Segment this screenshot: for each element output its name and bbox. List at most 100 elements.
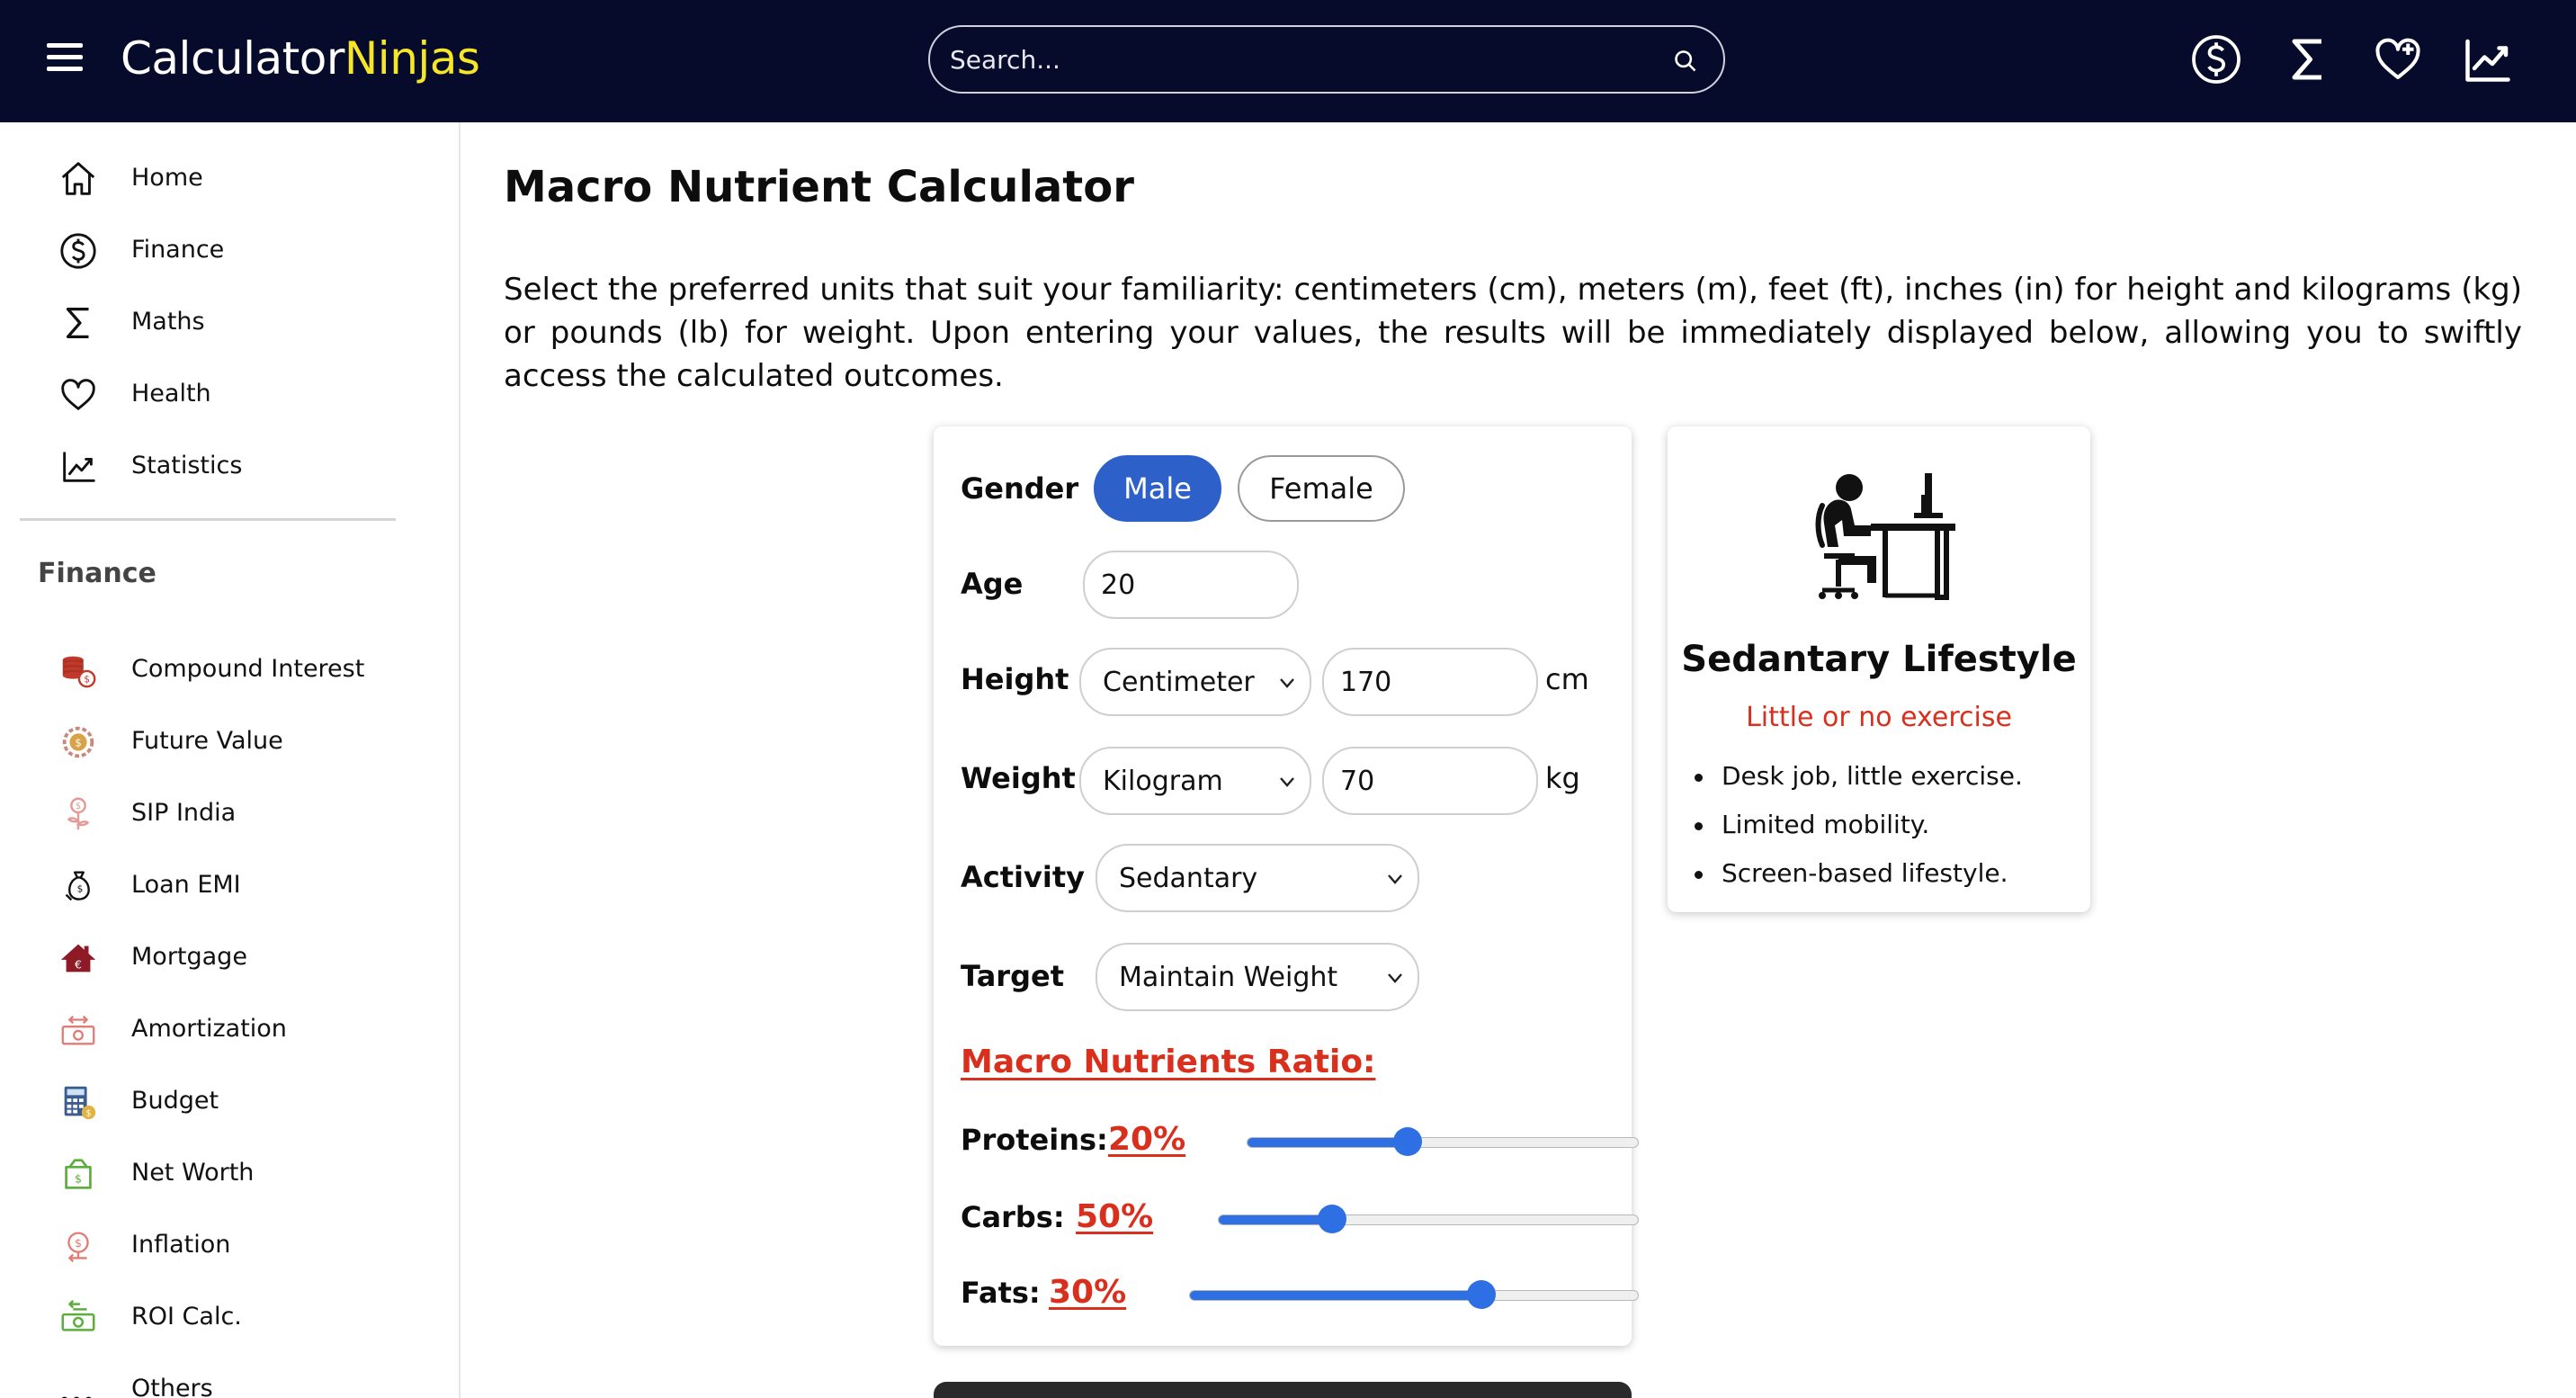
sidebar-item-inflation[interactable]: $ Inflation (0, 1216, 459, 1272)
sidebar-item-label: Others (131, 1375, 213, 1398)
sidebar-item-net-worth[interactable]: $ Net Worth (0, 1144, 459, 1200)
search-icon[interactable] (1673, 49, 1698, 74)
logo-primary-text: Calculator (121, 32, 344, 85)
menu-icon[interactable] (47, 43, 83, 76)
calculator-icon: $ (64, 1086, 96, 1120)
activity-select-value: Sedantary (1119, 863, 1258, 894)
sidebar-item-loan-emi[interactable]: $ Loan EMI (0, 856, 459, 912)
calculator-form-card: Gender Male Female Age Height Centimeter… (934, 426, 1639, 1346)
sidebar-item-budget[interactable]: $ Budget (0, 1072, 459, 1128)
sidebar-item-maths[interactable]: Maths (0, 293, 459, 349)
svg-text:$: $ (75, 736, 81, 748)
cash-return-icon (61, 1299, 95, 1331)
sidebar-item-roi-calc[interactable]: ROI Calc. (0, 1288, 459, 1344)
protein-slider[interactable] (1247, 1127, 1639, 1156)
sidebar-item-compound-interest[interactable]: $ Compound Interest (0, 641, 459, 696)
chevron-down-icon (1280, 678, 1294, 688)
protein-ratio-row: Proteins: 20% (961, 1119, 1639, 1164)
carbs-ratio-row: Carbs: 50% (961, 1196, 1639, 1241)
sidebar-item-sip-india[interactable]: $ SIP India (0, 784, 459, 840)
protein-slider-fill (1248, 1138, 1408, 1147)
coin-stack-icon: $ (62, 656, 96, 688)
sidebar-item-label: Compound Interest (131, 655, 365, 683)
height-input[interactable] (1322, 648, 1538, 716)
sidebar-item-label: SIP India (131, 799, 237, 827)
weight-label: Weight (961, 761, 1076, 795)
sidebar-item-mortgage[interactable]: € Mortgage (0, 928, 459, 984)
carbs-label: Carbs: (961, 1200, 1065, 1234)
heart-plus-icon[interactable] (2371, 32, 2425, 86)
more-dots-icon (61, 1396, 92, 1398)
carbs-percent: 50% (1076, 1198, 1154, 1235)
sidebar-divider (20, 518, 396, 521)
logo-accent-text: Ninjas (344, 32, 480, 85)
lifestyle-title: Sedantary Lifestyle (1681, 639, 2077, 680)
search-input[interactable] (950, 38, 1651, 81)
lifestyle-info-card: Sedantary Lifestyle Little or no exercis… (1668, 426, 2090, 912)
target-select[interactable]: Maintain Weight (1096, 943, 1419, 1011)
height-unit-select-value: Centimeter (1103, 667, 1255, 698)
sidebar-item-label: Maths (131, 308, 205, 336)
sidebar-item-label: Future Value (131, 727, 283, 755)
banknote-cycle-icon (61, 1015, 95, 1045)
weight-unit-label: kg (1545, 761, 1580, 795)
height-label: Height (961, 662, 1069, 696)
age-label: Age (961, 567, 1024, 601)
sidebar-item-label: Statistics (131, 452, 243, 479)
fats-ratio-row: Fats: 30% (961, 1272, 1639, 1317)
sidebar-item-future-value[interactable]: $ Future Value (0, 712, 459, 768)
weight-unit-select[interactable]: Kilogram (1079, 747, 1311, 815)
sidebar-item-label: Inflation (131, 1231, 231, 1259)
coin-gear-icon: $ (62, 726, 94, 758)
svg-text:$: $ (75, 1236, 82, 1250)
activity-select[interactable]: Sedantary (1096, 844, 1419, 912)
gender-male-button[interactable]: Male (1094, 455, 1221, 522)
svg-text:$: $ (75, 1172, 82, 1186)
chevron-down-icon (1388, 874, 1402, 884)
fats-slider-fill (1190, 1291, 1481, 1300)
weight-input[interactable] (1322, 747, 1538, 815)
gender-label: Gender (961, 471, 1079, 506)
sidebar-item-label: ROI Calc. (131, 1303, 242, 1331)
sidebar: Home Finance Maths Health Statistics Fin… (0, 122, 461, 1398)
intro-paragraph: Select the preferred units that suit you… (504, 272, 2522, 394)
fats-percent: 30% (1049, 1274, 1127, 1311)
gender-female-button[interactable]: Female (1238, 455, 1405, 522)
protein-percent: 20% (1108, 1121, 1186, 1158)
age-input[interactable] (1083, 551, 1299, 619)
trend-chart-icon[interactable] (2461, 32, 2515, 86)
target-select-value: Maintain Weight (1119, 962, 1338, 993)
height-unit-select[interactable]: Centimeter (1079, 648, 1311, 716)
house-euro-icon: € (60, 944, 96, 972)
sidebar-section-heading: Finance (38, 558, 157, 589)
wallet-dollar-icon: $ (65, 1159, 92, 1189)
sidebar-item-finance[interactable]: Finance (0, 221, 459, 277)
sidebar-item-amortization[interactable]: Amortization (0, 1000, 459, 1056)
sidebar-item-label: Home (131, 164, 203, 192)
sigma-icon[interactable] (2281, 32, 2335, 86)
site-logo[interactable]: CalculatorNinjas (121, 27, 480, 90)
carbs-slider[interactable] (1218, 1205, 1639, 1233)
sidebar-item-others[interactable]: Others (0, 1360, 459, 1398)
carbs-slider-fill (1219, 1215, 1332, 1224)
chevron-down-icon (1388, 973, 1402, 983)
dollar-circle-icon[interactable] (2189, 32, 2243, 86)
fats-slider-thumb[interactable] (1466, 1280, 1496, 1309)
carbs-slider-thumb[interactable] (1317, 1205, 1346, 1233)
sidebar-item-label: Net Worth (131, 1159, 255, 1187)
top-navigation-bar: CalculatorNinjas (0, 0, 2576, 122)
protein-slider-thumb[interactable] (1392, 1127, 1422, 1156)
macro-ratio-title: Macro Nutrients Ratio: (961, 1044, 1376, 1080)
sidebar-item-health[interactable]: Health (0, 365, 459, 421)
list-item: Screen-based lifestyle. (1695, 849, 2023, 898)
inflation-coin-icon: $ (67, 1232, 89, 1263)
home-icon (61, 162, 95, 195)
svg-text:$: $ (77, 884, 84, 895)
sidebar-item-home[interactable]: Home (0, 149, 459, 205)
sidebar-item-label: Budget (131, 1087, 219, 1115)
sidebar-item-label: Amortization (131, 1015, 287, 1043)
fats-slider[interactable] (1189, 1280, 1639, 1309)
svg-text:$: $ (84, 674, 90, 685)
sidebar-item-statistics[interactable]: Statistics (0, 437, 459, 493)
results-panel-edge (934, 1382, 1632, 1398)
